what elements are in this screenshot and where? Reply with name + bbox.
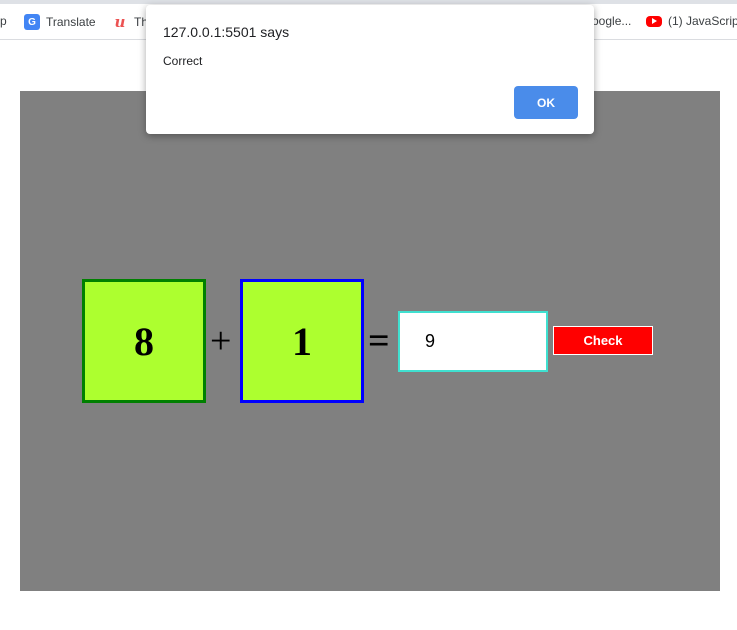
first-number-box: 8	[82, 279, 206, 403]
game-area: 8 + 1 = Check	[20, 91, 720, 591]
bookmark-label: p	[0, 14, 7, 28]
bookmark-label: oogle...	[592, 14, 632, 28]
dialog-message: Correct	[163, 54, 203, 68]
bookmark-item-youtube[interactable]: (1) JavaScript	[646, 14, 737, 28]
bookmark-label: (1) JavaScript	[668, 14, 737, 28]
equals-sign: =	[368, 320, 390, 362]
youtube-icon	[646, 15, 662, 27]
check-button[interactable]: Check	[553, 326, 653, 355]
bookmark-item-udemy[interactable]: u Th	[112, 13, 148, 31]
alert-dialog: 127.0.0.1:5501 says Correct OK	[146, 5, 594, 134]
google-translate-icon: G	[24, 14, 40, 30]
second-number-box: 1	[240, 279, 364, 403]
answer-input[interactable]	[398, 311, 548, 372]
bookmark-item-partial[interactable]: p	[0, 14, 7, 28]
plus-operator: +	[210, 320, 232, 362]
udemy-icon: u	[114, 13, 126, 31]
ok-button[interactable]: OK	[514, 86, 578, 119]
bookmark-item-google[interactable]: oogle...	[592, 14, 631, 28]
bookmark-item-translate[interactable]: G Translate	[24, 14, 96, 30]
bookmark-label: Translate	[46, 15, 96, 29]
dialog-title: 127.0.0.1:5501 says	[163, 24, 290, 40]
